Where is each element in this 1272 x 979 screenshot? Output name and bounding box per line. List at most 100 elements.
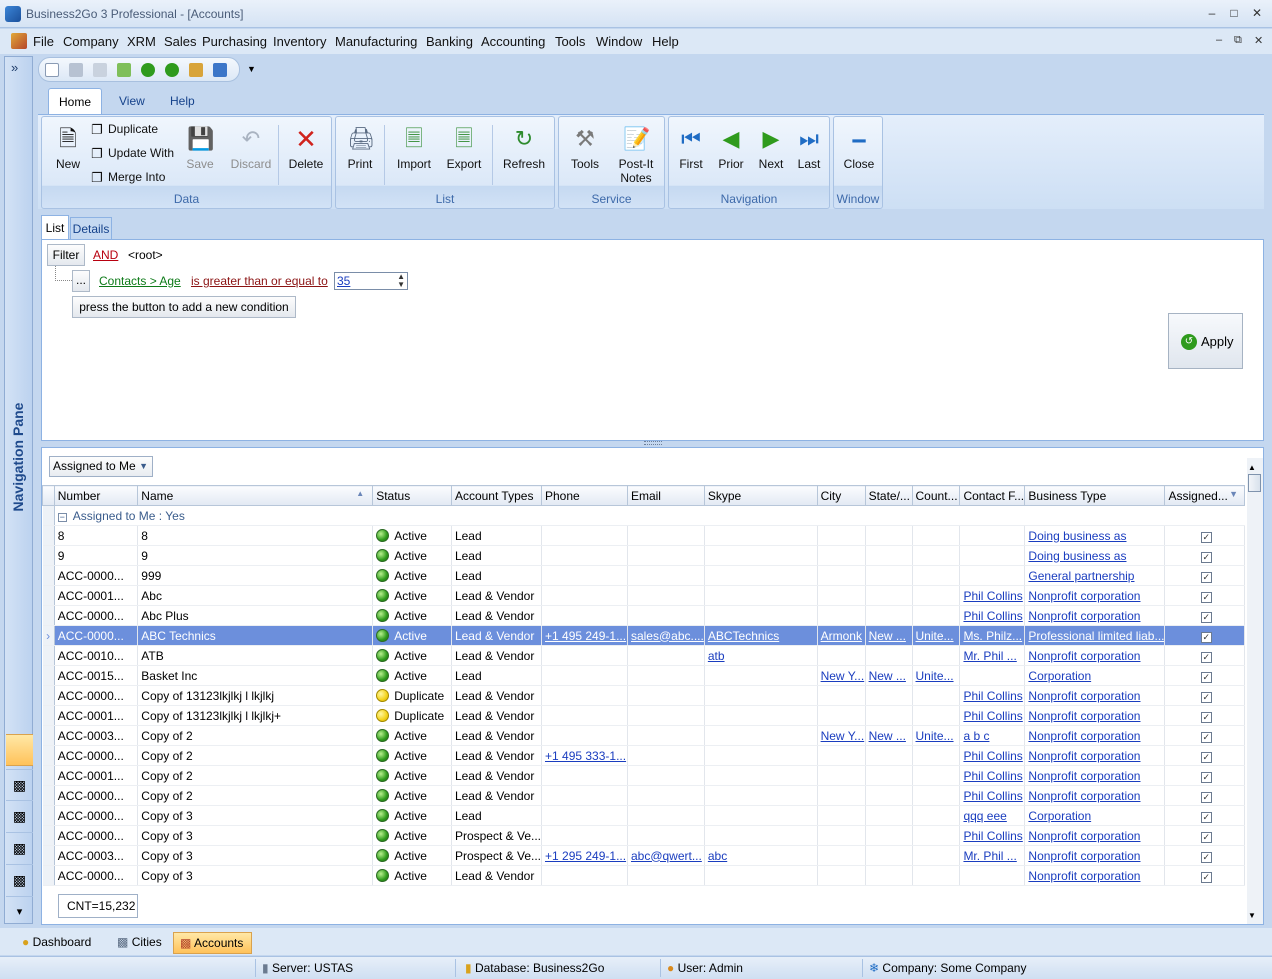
row-indicator[interactable] [42,565,55,586]
cell-phone[interactable]: +1 495 249-1... [541,625,628,646]
maximize-button[interactable]: □ [1224,5,1244,21]
assigned-checkbox[interactable]: ✓ [1200,871,1212,883]
menu-sales[interactable]: Sales [164,34,197,49]
cell-skype[interactable]: ABCTechnics [704,625,818,646]
column-header-contact[interactable]: Contact F... [959,485,1026,506]
cell-country-text[interactable]: Unite... [916,669,954,683]
table-row[interactable]: ACC-0015... Basket Inc Active Lead New Y... N… [42,665,1245,686]
mdi-document-icon[interactable] [11,33,27,49]
group-filter-dropdown[interactable]: Assigned to Me ▼ [49,456,153,477]
cell-business-text[interactable]: Corporation [1028,809,1091,823]
table-row[interactable]: ACC-0000... Copy of 3 Active Prospect & Ve.… [42,825,1245,846]
cell-business[interactable]: Professional limited liab... [1024,625,1166,646]
cell-business[interactable]: Nonprofit corporation [1024,585,1166,606]
nav-companies-icon[interactable]: ▩ [6,832,33,862]
scroll-up-icon[interactable]: ▲ [1248,463,1256,472]
column-header-country[interactable]: Count... [911,485,961,506]
cell-assigned[interactable]: ✓ [1164,685,1245,706]
next-button[interactable]: ▶ Next [753,125,789,171]
table-row[interactable]: ACC-0000... Copy of 13123lkjlkj l lkjlkj D… [42,685,1245,706]
cell-contact[interactable]: Phil Collins [959,765,1026,786]
assigned-checkbox[interactable]: ✓ [1200,671,1212,683]
cell-email-text[interactable]: abc@qwert... [631,849,702,863]
nav-accounts-icon[interactable]: ▩ [6,769,33,799]
table-row[interactable]: ACC-0003... Copy of 2 Active Lead & Vendor N… [42,725,1245,746]
cell-contact[interactable]: Mr. Phil ... [959,645,1026,666]
assigned-checkbox[interactable]: ✓ [1200,731,1212,743]
cell-assigned[interactable]: ✓ [1164,605,1245,626]
cell-contact-text[interactable]: Phil Collins [963,749,1022,763]
cell-business[interactable]: Nonprofit corporation [1024,845,1166,866]
qat-next-icon[interactable] [165,63,179,77]
table-row[interactable]: ACC-0001... Copy of 2 Active Lead & Vendor P… [42,765,1245,786]
vertical-scrollbar[interactable]: ▲ ▼ [1247,458,1263,924]
cell-assigned[interactable]: ✓ [1164,625,1245,646]
qat-refresh-icon[interactable] [117,63,131,77]
cell-assigned[interactable]: ✓ [1164,665,1245,686]
cell-contact[interactable]: Phil Collins [959,685,1026,706]
row-indicator[interactable] [42,665,55,686]
discard-button[interactable]: ↶ Discard [226,125,276,171]
cell-business-text[interactable]: Corporation [1028,669,1091,683]
row-indicator[interactable]: › [42,625,55,646]
assigned-checkbox[interactable]: ✓ [1200,711,1212,723]
table-row[interactable]: 9 9 Active Lead Doing business as ✓ [42,545,1245,566]
table-row[interactable]: ACC-0000... 999 Active Lead General partners… [42,565,1245,586]
cell-assigned[interactable]: ✓ [1164,825,1245,846]
assigned-checkbox[interactable]: ✓ [1200,551,1212,563]
assigned-checkbox[interactable]: ✓ [1200,611,1212,623]
cell-skype[interactable]: abc [704,845,818,866]
row-indicator[interactable] [42,645,55,666]
cell-state-text[interactable]: New ... [869,729,906,743]
nav-pane-more-button[interactable]: ▾ [6,896,33,926]
import-button[interactable]: 🗏 Import [392,125,436,171]
mdi-restore-button[interactable]: ⧉ [1234,34,1242,47]
cell-contact-text[interactable]: Mr. Phil ... [963,649,1016,663]
cell-contact-text[interactable]: Phil Collins [963,769,1022,783]
nav-contacts-icon[interactable]: ▩ [6,800,33,830]
cell-skype-text[interactable]: atb [708,649,725,663]
doc-tab-cities[interactable]: ▩ Cities [111,932,168,954]
menu-file[interactable]: File [33,34,54,49]
menu-window[interactable]: Window [596,34,642,49]
cell-assigned[interactable]: ✓ [1164,745,1245,766]
cell-city[interactable]: New Y... [817,665,866,686]
cell-state[interactable]: New ... [865,725,913,746]
qat-prior-icon[interactable] [141,63,155,77]
cell-phone-text[interactable]: +1 295 249-1... [545,849,626,863]
cell-business-text[interactable]: Doing business as [1028,549,1126,563]
menu-help[interactable]: Help [652,34,679,49]
cell-business[interactable]: Nonprofit corporation [1024,785,1166,806]
row-indicator[interactable] [42,585,55,606]
table-row[interactable]: ACC-0001... Copy of 13123lkjlkj l lkjlkj+… [42,705,1245,726]
assigned-checkbox[interactable]: ✓ [1200,851,1212,863]
cell-country[interactable]: Unite... [912,725,961,746]
qat-new-icon[interactable] [45,63,59,77]
condition-value-input[interactable]: 35 ▲ ▼ [334,272,408,290]
cell-skype-text[interactable]: ABCTechnics [708,629,779,643]
filter-button[interactable]: Filter [47,244,85,266]
cell-contact[interactable]: Mr. Phil ... [959,845,1026,866]
cell-phone[interactable]: +1 495 333-1... [541,745,628,766]
assigned-checkbox[interactable]: ✓ [1200,791,1212,803]
row-indicator[interactable] [42,745,55,766]
doc-tab-dashboard[interactable]: ● Dashboard [16,932,97,954]
cell-phone[interactable]: +1 295 249-1... [541,845,628,866]
cell-country[interactable]: Unite... [912,625,961,646]
cell-business-text[interactable]: Nonprofit corporation [1028,609,1140,623]
cell-contact[interactable]: Phil Collins [959,605,1026,626]
cell-business-text[interactable]: Professional limited liab... [1028,629,1164,643]
new-button[interactable]: 🗎 New [48,125,88,171]
cell-skype[interactable]: atb [704,645,818,666]
spin-buttons[interactable]: ▲ ▼ [397,273,405,289]
cell-assigned[interactable]: ✓ [1164,545,1245,566]
cell-assigned[interactable]: ✓ [1164,845,1245,866]
cell-business[interactable]: Doing business as [1024,525,1166,546]
cell-business[interactable]: Corporation [1024,805,1166,826]
cell-business-text[interactable]: Nonprofit corporation [1028,749,1140,763]
row-indicator[interactable] [42,705,55,726]
cell-email[interactable]: abc@qwert... [627,845,705,866]
assigned-checkbox[interactable]: ✓ [1200,531,1212,543]
post-it-notes-button[interactable]: 📝 Post-It Notes [611,125,661,185]
cell-business-text[interactable]: Nonprofit corporation [1028,589,1140,603]
